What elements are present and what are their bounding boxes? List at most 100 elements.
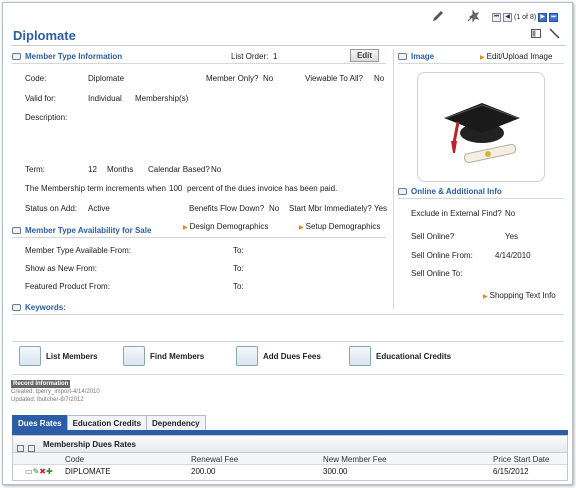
available-from-label: Member Type Available From: bbox=[25, 246, 131, 255]
calendar-based-value: No bbox=[211, 165, 222, 174]
page-title: Diplomate bbox=[13, 28, 76, 43]
viewable-value: No bbox=[374, 74, 385, 83]
divider bbox=[12, 314, 564, 315]
divider bbox=[12, 237, 386, 238]
col-renewal-fee[interactable]: Renewal Fee bbox=[191, 455, 238, 464]
viewable-label: Viewable To All? bbox=[305, 74, 363, 83]
calendar-based-label: Calendar Based? bbox=[148, 165, 210, 174]
divider bbox=[398, 63, 564, 64]
link-arrow-icon: ▶ bbox=[480, 55, 485, 61]
design-demographics-link[interactable]: ▶ Design Demographics bbox=[183, 222, 268, 231]
list-order-label: List Order: bbox=[231, 52, 269, 61]
grid-header-row: Code Renewal Fee New Member Fee Price St… bbox=[13, 454, 567, 465]
sell-online-label: Sell Online? bbox=[411, 232, 455, 241]
online-info-header: Online & Additional Info bbox=[398, 187, 502, 196]
last-record-button[interactable]: ⏭ bbox=[549, 13, 559, 22]
divider bbox=[12, 374, 564, 375]
edit-button[interactable]: Edit bbox=[350, 49, 379, 62]
status-on-add-label: Status on Add: bbox=[25, 204, 78, 213]
section-icon bbox=[12, 227, 21, 234]
show-new-to-label: To: bbox=[233, 264, 244, 273]
sell-from-value: 4/14/2010 bbox=[495, 251, 531, 260]
status-on-add-value: Active bbox=[88, 204, 110, 213]
code-value: Diplomate bbox=[88, 74, 125, 83]
cell-new-member-fee: 300.00 bbox=[323, 467, 348, 476]
divider bbox=[398, 198, 564, 199]
sell-from-label: Sell Online From: bbox=[411, 251, 473, 260]
row-actions: ▭✎✖✚ bbox=[25, 467, 53, 476]
pencil-icon[interactable] bbox=[431, 9, 445, 25]
record-created: Created: tperry_import-4/14/2010 bbox=[11, 389, 100, 395]
section-title: Member Type Availability for Sale bbox=[25, 226, 152, 235]
list-members-button[interactable]: List Members bbox=[19, 346, 98, 366]
increments-text-start: The Membership term increments when bbox=[25, 184, 166, 193]
top-toolbar bbox=[431, 9, 481, 25]
find-members-icon bbox=[123, 346, 145, 366]
title-divider bbox=[11, 45, 566, 46]
tab-dependency[interactable]: Dependency bbox=[146, 415, 206, 431]
section-title: Member Type Information bbox=[25, 52, 123, 61]
next-record-button[interactable]: ▶ bbox=[538, 13, 548, 22]
record-info-heading: Record Information bbox=[11, 380, 71, 388]
sell-to-label: Sell Online To: bbox=[411, 269, 463, 278]
valid-for-suffix: Membership(s) bbox=[135, 94, 189, 103]
cell-code: DIPLOMATE bbox=[65, 467, 111, 476]
col-code[interactable]: Code bbox=[65, 455, 84, 464]
sell-online-value: Yes bbox=[505, 232, 519, 241]
grid-title: Membership Dues Rates bbox=[13, 436, 567, 453]
link-arrow-icon: ▶ bbox=[299, 225, 304, 231]
section-title: Image bbox=[411, 52, 435, 61]
section-icon bbox=[398, 188, 407, 195]
add-dues-fees-button[interactable]: Add Dues Fees bbox=[236, 346, 321, 366]
wrench-icon[interactable] bbox=[549, 28, 560, 41]
edit-upload-image-link[interactable]: ▶ Edit/Upload Image bbox=[480, 52, 552, 61]
featured-from-label: Featured Product From: bbox=[25, 282, 110, 291]
layout-icon[interactable] bbox=[531, 29, 541, 40]
section-title: Online & Additional Info bbox=[411, 187, 502, 196]
tab-education-credits[interactable]: Education Credits bbox=[66, 415, 148, 431]
delete-icon[interactable]: ✖ bbox=[39, 467, 46, 476]
available-to-label: To: bbox=[233, 246, 244, 255]
shopping-text-link[interactable]: ▶ Shopping Text Info bbox=[483, 291, 556, 300]
exclude-find-value: No bbox=[505, 209, 516, 218]
record-updated: Updated: lbutcher-8/7/2012 bbox=[11, 397, 84, 403]
setup-demographics-link[interactable]: ▶ Setup Demographics bbox=[299, 222, 380, 231]
dues-rates-grid: Membership Dues Rates Code Renewal Fee N… bbox=[12, 435, 568, 481]
cell-price-start-date: 6/15/2012 bbox=[493, 467, 529, 476]
section-icon bbox=[12, 304, 21, 311]
start-mbr-value: Yes bbox=[374, 204, 388, 213]
wizard-icon[interactable] bbox=[465, 9, 481, 25]
cell-renewal-fee: 200.00 bbox=[191, 467, 216, 476]
exclude-find-label: Exclude in External Find? bbox=[411, 209, 502, 218]
view-icon[interactable]: ▭ bbox=[25, 467, 33, 476]
link-arrow-icon: ▶ bbox=[183, 225, 188, 231]
tab-dues-rates[interactable]: Dues Rates bbox=[12, 415, 68, 431]
column-divider bbox=[393, 49, 394, 309]
code-label: Code: bbox=[25, 74, 47, 83]
prev-record-button[interactable]: ◀ bbox=[503, 13, 512, 22]
start-mbr-label: Start Mbr Immediately? bbox=[289, 204, 372, 213]
valid-for-label: Valid for: bbox=[25, 94, 56, 103]
record-position: (1 of 8) bbox=[514, 14, 537, 21]
col-new-member-fee[interactable]: New Member Fee bbox=[323, 455, 387, 464]
first-record-button[interactable]: ⏮ bbox=[492, 13, 501, 22]
add-icon[interactable]: ✚ bbox=[46, 467, 53, 476]
member-only-label: Member Only? bbox=[206, 74, 259, 83]
description-label: Description: bbox=[25, 113, 68, 122]
educational-credits-button[interactable]: Educational Credits bbox=[349, 346, 451, 366]
graduation-cap-image bbox=[444, 103, 520, 164]
member-type-info-header: Member Type Information bbox=[12, 52, 122, 61]
benefits-flow-label: Benefits Flow Down? bbox=[189, 204, 265, 213]
list-order-value: 1 bbox=[273, 52, 278, 61]
find-members-button[interactable]: Find Members bbox=[123, 346, 204, 366]
availability-header: Member Type Availability for Sale bbox=[12, 226, 151, 235]
keywords-header: Keywords: bbox=[12, 303, 66, 312]
link-arrow-icon: ▶ bbox=[483, 294, 488, 300]
term-value: 12 bbox=[88, 165, 97, 174]
term-label: Term: bbox=[25, 165, 45, 174]
term-unit: Months bbox=[107, 165, 134, 174]
educational-credits-icon bbox=[349, 346, 371, 366]
divider bbox=[12, 341, 564, 342]
valid-for-value: Individual bbox=[88, 94, 122, 103]
col-price-start-date[interactable]: Price Start Date bbox=[493, 455, 549, 464]
